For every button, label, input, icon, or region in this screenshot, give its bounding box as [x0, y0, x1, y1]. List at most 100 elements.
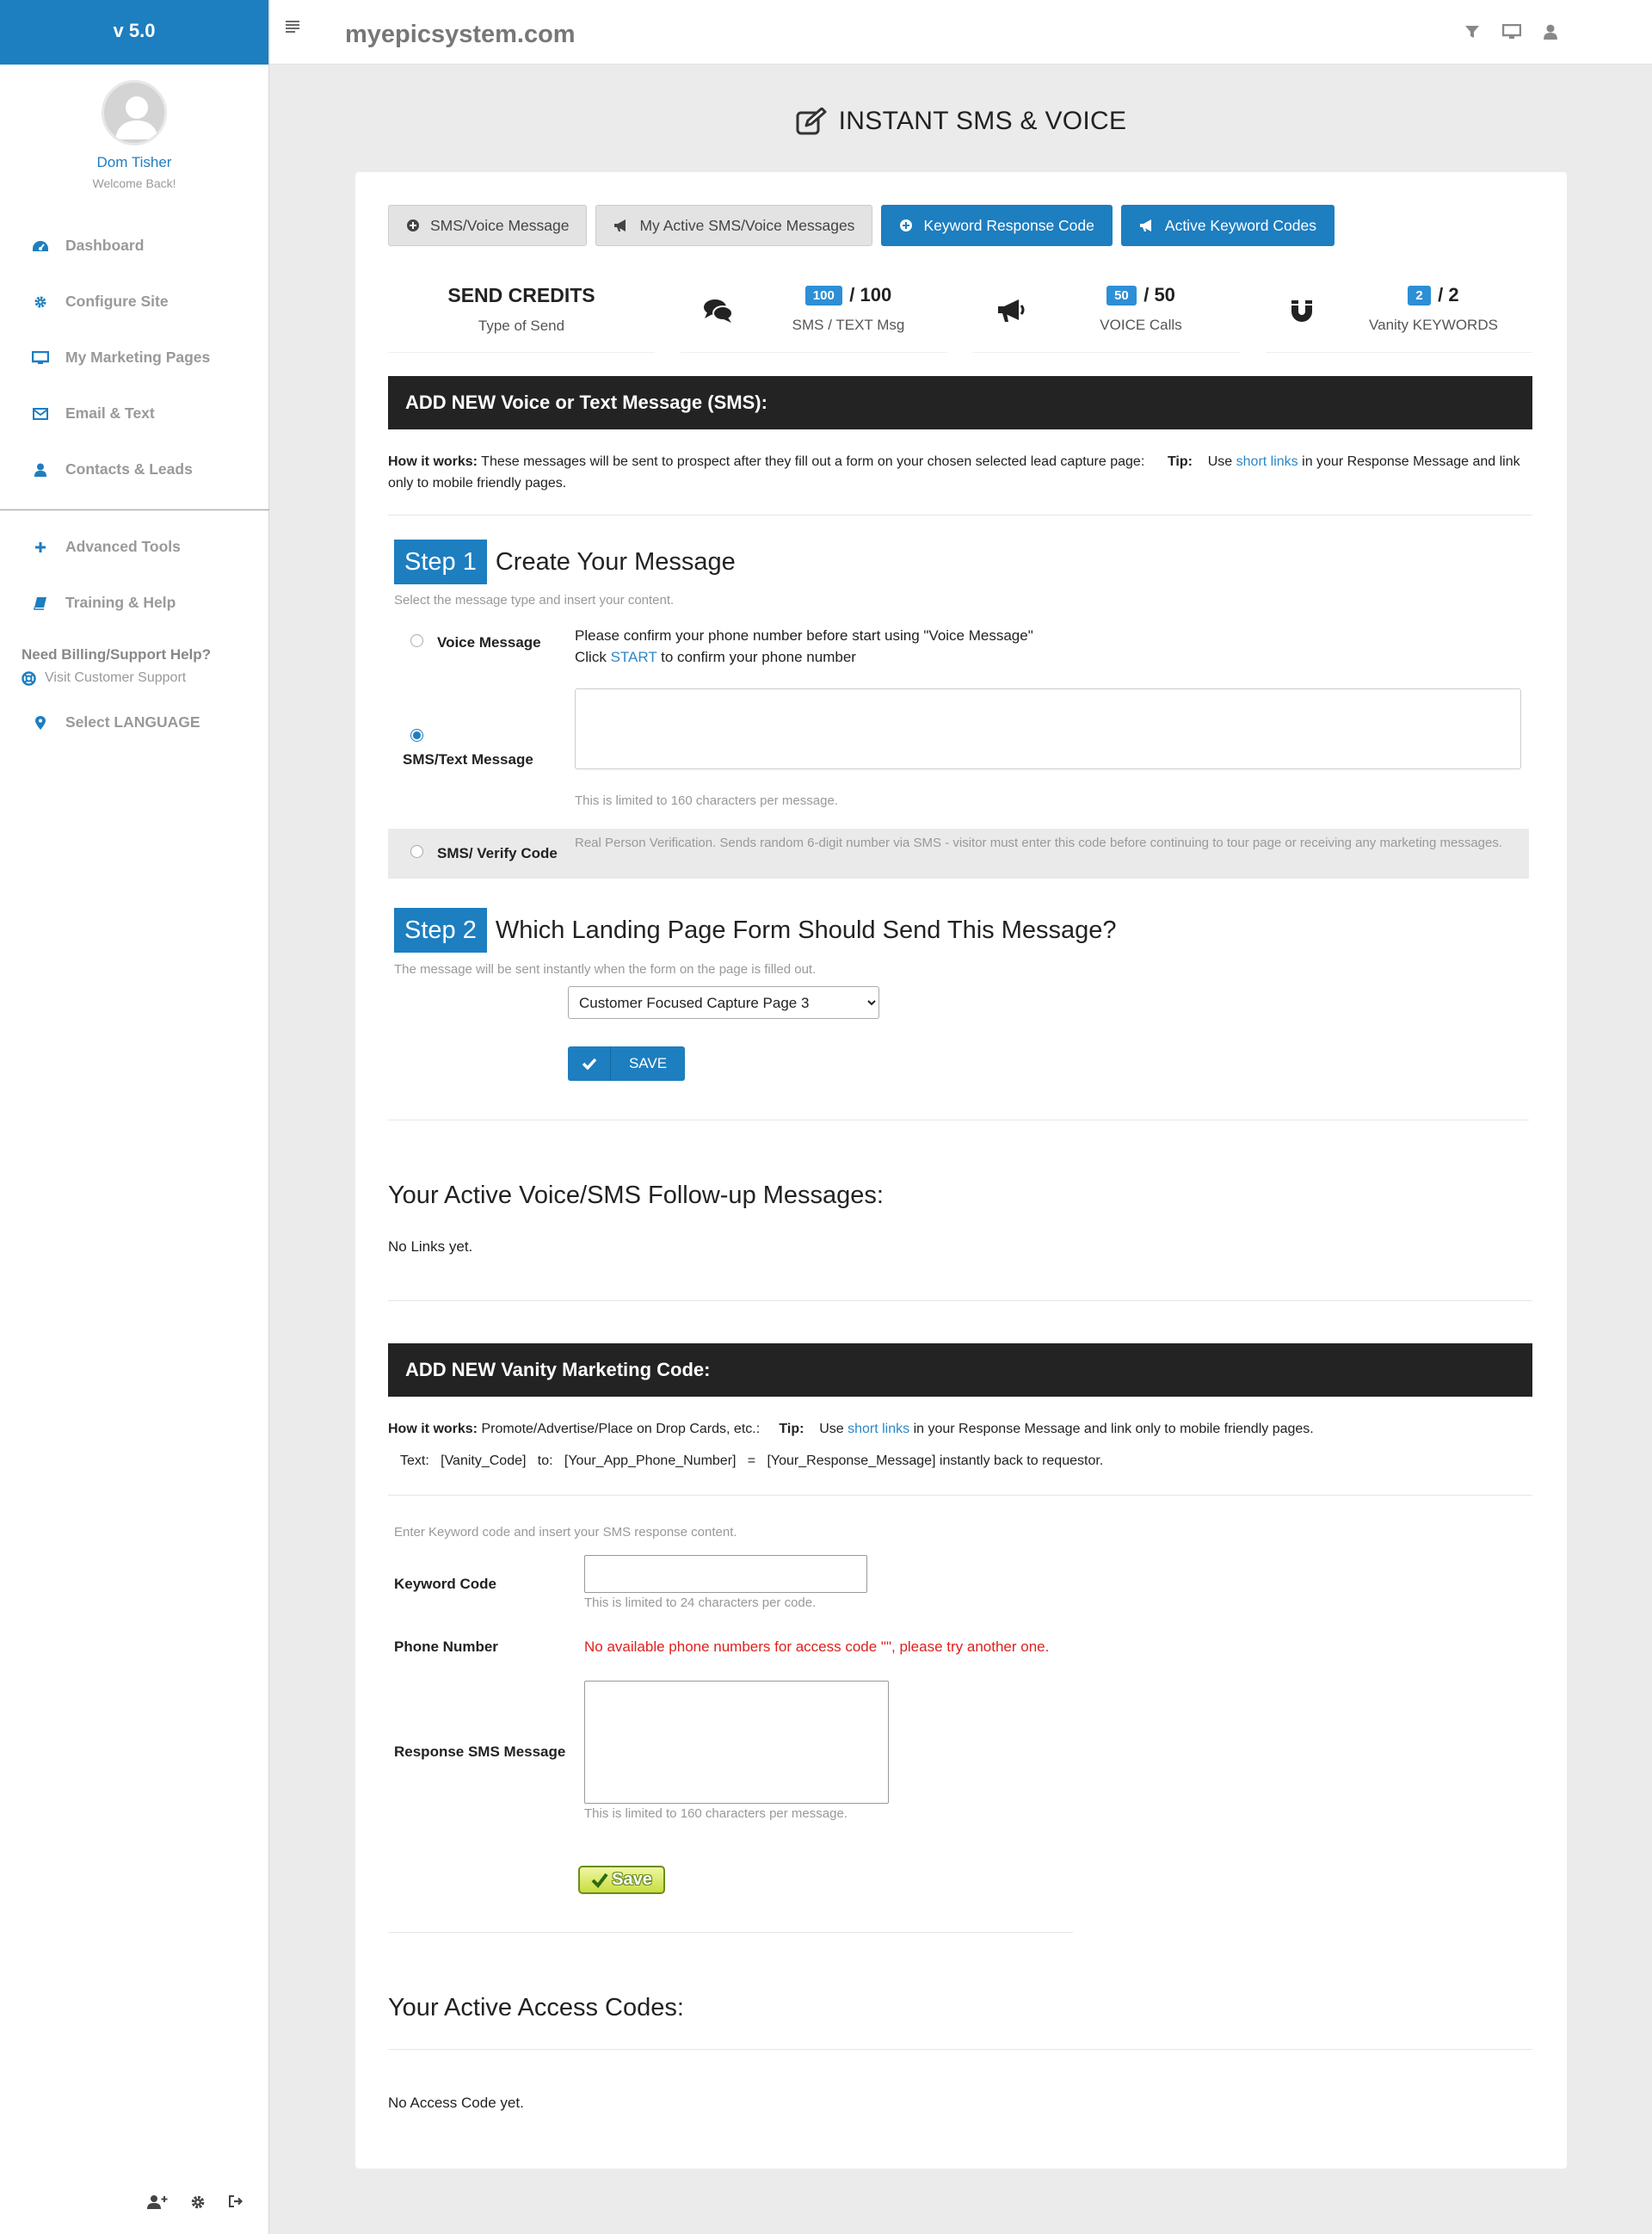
credits-title: SEND CREDITS [447, 284, 595, 306]
response-limit-hint: This is limited to 160 characters per me… [584, 1806, 848, 1821]
sidebar-nav-secondary: Advanced Tools Training & Help [0, 519, 268, 631]
sidebar-item-contacts-leads[interactable]: Contacts & Leads [0, 441, 268, 497]
sidebar-item-training-help[interactable]: Training & Help [0, 575, 268, 631]
bullhorn-icon [613, 219, 629, 232]
tab-active-keyword-codes[interactable]: Active Keyword Codes [1120, 205, 1335, 246]
credit-sms: 100 / 100 SMS / TEXT Msg [681, 274, 947, 353]
phone-number-error: No available phone numbers for access co… [584, 1638, 1050, 1655]
short-links-link[interactable]: short links [848, 1422, 909, 1436]
logout-icon[interactable] [228, 2194, 243, 2210]
site-title[interactable]: myepicsystem.com [345, 21, 576, 49]
step-2-title: Which Landing Page Form Should Send This… [495, 916, 1117, 944]
plus-circle-icon [406, 219, 420, 232]
sidebar-item-label: Contacts & Leads [65, 460, 193, 478]
sidebar-item-dashboard[interactable]: Dashboard [0, 218, 268, 274]
step-2-badge: Step 2 [394, 908, 487, 953]
keyword-credit-badge: 2 [1408, 285, 1431, 305]
sms-message-textarea[interactable] [575, 688, 1521, 769]
vanity-hint: Enter Keyword code and insert your SMS r… [394, 1525, 737, 1540]
voice-credit-total: / 50 [1143, 284, 1175, 305]
response-sms-textarea[interactable] [584, 1681, 889, 1804]
settings-gear-icon[interactable] [190, 2194, 206, 2210]
tab-my-active-messages[interactable]: My Active SMS/Voice Messages [595, 205, 873, 246]
verify-code-description: Real Person Verification. Sends random 6… [575, 836, 1503, 850]
bullhorn-icon [1139, 219, 1155, 232]
credits-heading: SEND CREDITS Type of Send [388, 274, 655, 353]
verify-code-row: SMS/ Verify Code Real Person Verificatio… [388, 829, 1529, 879]
save-code-button[interactable]: Save [578, 1866, 665, 1894]
tab-label: My Active SMS/Voice Messages [639, 216, 855, 234]
tab-sms-voice-message[interactable]: SMS/Voice Message [388, 205, 588, 246]
save-message-button[interactable]: SAVE [568, 1046, 685, 1081]
add-user-icon[interactable] [147, 2194, 168, 2210]
support-link[interactable]: Visit Customer Support [22, 670, 268, 686]
user-icon[interactable] [1544, 24, 1557, 40]
filter-icon[interactable] [1464, 24, 1480, 40]
save-label: SAVE [628, 1055, 668, 1071]
tab-keyword-response-code[interactable]: Keyword Response Code [881, 205, 1113, 246]
start-link[interactable]: START [611, 649, 657, 665]
credits-subtitle: Type of Send [478, 318, 565, 334]
short-links-link[interactable]: short links [1236, 454, 1298, 469]
divider [388, 1932, 1073, 1933]
voice-message-label: Voice Message [437, 634, 541, 651]
how-label: How it works: [388, 1422, 478, 1436]
plus-circle-icon [899, 219, 913, 232]
sidebar-item-label: Dashboard [65, 237, 145, 254]
sidebar-item-configure-site[interactable]: Configure Site [0, 274, 268, 330]
voice-credit-badge: 50 [1106, 285, 1137, 305]
voice-message-radio[interactable] [410, 634, 423, 647]
support-link-label: Visit Customer Support [45, 670, 187, 685]
sms-how-it-works: How it works: These messages will be sen… [388, 451, 1532, 494]
tip-text-pre: Use [1207, 454, 1236, 469]
user-name[interactable]: Dom Tisher [0, 154, 268, 171]
how-text: Promote/Advertise/Place on Drop Cards, e… [478, 1422, 761, 1436]
sidebar-footer [0, 2194, 269, 2210]
active-messages-heading: Your Active Voice/SMS Follow-up Messages… [388, 1182, 884, 1209]
step-1-title: Create Your Message [495, 547, 736, 576]
sidebar-item-label: Select LANGUAGE [65, 713, 200, 731]
billing-title: Need Billing/Support Help? [22, 646, 212, 663]
active-codes-heading: Your Active Access Codes: [388, 1994, 684, 2021]
monitor-icon [31, 350, 50, 365]
envelope-icon [31, 407, 50, 420]
tip-text-pre: Use [819, 1422, 848, 1436]
verify-code-radio[interactable] [410, 845, 423, 858]
tab-label: Active Keyword Codes [1164, 216, 1316, 234]
sidebar-item-label: Advanced Tools [65, 538, 181, 555]
sms-text-radio[interactable] [410, 729, 423, 742]
tab-label: SMS/Voice Message [430, 216, 570, 234]
verify-code-label: SMS/ Verify Code [437, 845, 558, 861]
step-2-heading: Step 2 Which Landing Page Form Should Se… [394, 908, 1117, 953]
divider [388, 2049, 1532, 2050]
active-codes-empty: No Access Code yet. [388, 2095, 524, 2111]
plus-icon [31, 541, 50, 553]
keyword-credit-total: / 2 [1438, 284, 1459, 305]
avatar[interactable] [102, 80, 167, 145]
vanity-formula: Text: [Vanity_Code] to: [Your_App_Phone_… [400, 1453, 1104, 1468]
book-icon [31, 596, 50, 610]
save-label: Save [612, 1870, 652, 1889]
sidebar-item-advanced-tools[interactable]: Advanced Tools [0, 519, 268, 575]
megaphone-icon [996, 298, 1026, 324]
sidebar-item-label: Training & Help [65, 594, 176, 611]
divider [388, 1300, 1532, 1301]
menu-toggle-icon[interactable] [286, 21, 301, 33]
sidebar-item-language[interactable]: Select LANGUAGE [0, 694, 268, 750]
credit-voice: 50 / 50 VOICE Calls [973, 274, 1240, 353]
step-1-badge: Step 1 [394, 540, 487, 584]
landing-page-select[interactable]: Customer Focused Capture Page 3 [568, 986, 879, 1019]
lifebuoy-icon [22, 670, 36, 686]
voice-note-pre: Click [575, 649, 611, 665]
send-credits: SEND CREDITS Type of Send 100 / 100 SMS … [388, 274, 1532, 353]
check-icon [568, 1046, 611, 1081]
keyword-code-label: Keyword Code [394, 1576, 497, 1592]
edit-icon [796, 108, 827, 135]
keyword-code-input[interactable] [584, 1555, 867, 1593]
voice-credit-label: VOICE Calls [1100, 317, 1182, 333]
sidebar-item-email-text[interactable]: Email & Text [0, 386, 268, 441]
gear-icon [31, 295, 50, 309]
sms-section-title: ADD NEW Voice or Text Message (SMS): [388, 376, 1532, 429]
monitor-icon[interactable] [1502, 24, 1521, 40]
sidebar-item-marketing-pages[interactable]: My Marketing Pages [0, 330, 268, 386]
